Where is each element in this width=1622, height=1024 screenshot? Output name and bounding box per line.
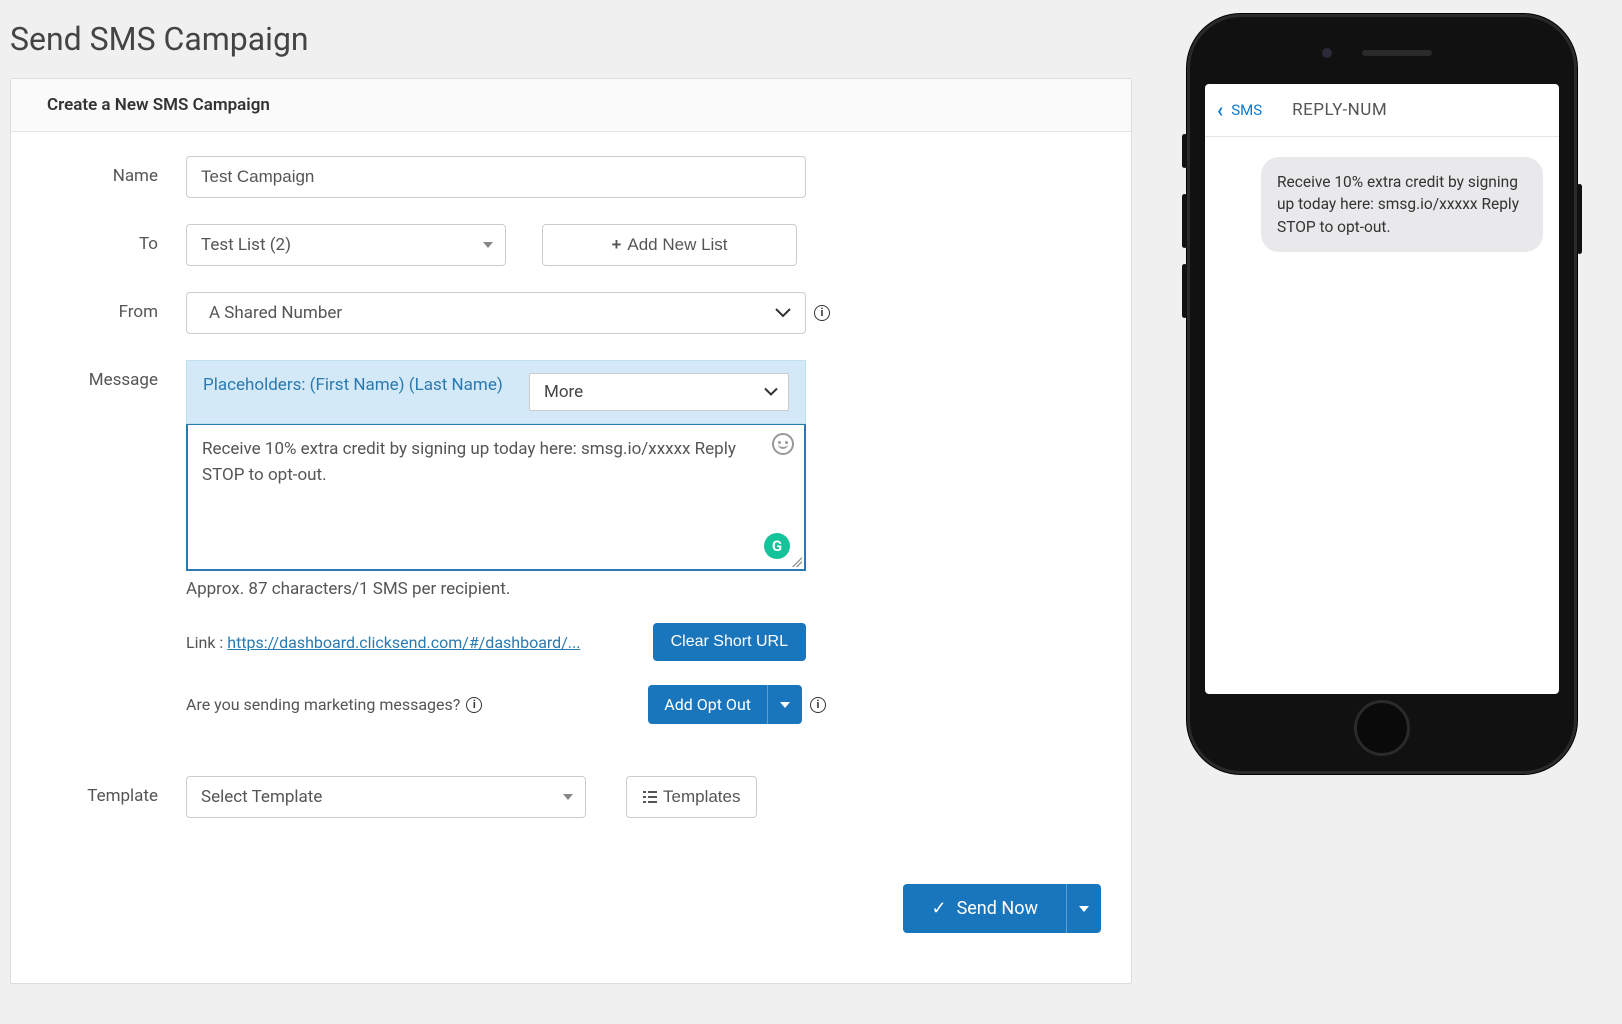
campaign-name-input[interactable] [186, 156, 806, 198]
phone-side-button [1182, 194, 1187, 248]
from-number-select[interactable]: A Shared Number [186, 292, 806, 334]
emoji-picker-icon[interactable] [772, 433, 794, 455]
sms-header: ‹ SMS REPLY-NUM [1205, 84, 1559, 137]
list-icon [643, 791, 657, 803]
add-opt-out-button[interactable]: Add Opt Out [648, 685, 802, 724]
placeholders-more-select[interactable]: More [529, 373, 789, 411]
name-label: Name [41, 156, 186, 186]
phone-side-button [1577, 184, 1582, 254]
chevron-down-icon [775, 308, 791, 318]
info-icon[interactable]: i [466, 697, 482, 713]
caret-down-icon [483, 242, 493, 248]
sms-back-label: SMS [1231, 101, 1262, 119]
template-selected: Select Template [201, 787, 322, 807]
to-list-selected: Test List (2) [201, 235, 291, 255]
phone-preview: ‹ SMS REPLY-NUM Receive 10% extra credit… [1187, 14, 1577, 774]
phone-speaker-icon [1362, 50, 1432, 56]
placeholders-bar: Placeholders: (First Name) (Last Name) M… [186, 360, 806, 424]
page-title: Send SMS Campaign [10, 20, 1132, 58]
character-count: Approx. 87 characters/1 SMS per recipien… [186, 579, 806, 599]
sms-title: REPLY-NUM [1292, 100, 1387, 120]
campaign-card: Create a New SMS Campaign Name To Test L… [10, 78, 1132, 984]
caret-down-icon [1079, 906, 1089, 912]
template-label: Template [41, 776, 186, 806]
clear-short-url-button[interactable]: Clear Short URL [653, 623, 806, 661]
phone-side-button [1182, 264, 1187, 318]
template-select[interactable]: Select Template [186, 776, 586, 818]
message-textarea-wrap: G [186, 424, 806, 571]
grammarly-icon[interactable]: G [764, 533, 790, 559]
resize-handle-icon[interactable] [792, 557, 802, 567]
placeholders-text: Placeholders: (First Name) (Last Name) [203, 373, 503, 399]
chevron-down-icon [764, 388, 778, 397]
phone-screen: ‹ SMS REPLY-NUM Receive 10% extra credit… [1205, 84, 1559, 694]
templates-button[interactable]: Templates [626, 776, 757, 818]
add-list-label: Add New List [627, 235, 727, 255]
more-label: More [544, 382, 583, 402]
phone-camera-icon [1322, 48, 1332, 58]
message-label: Message [41, 360, 186, 390]
chevron-left-icon: ‹ [1217, 98, 1223, 122]
opt-out-label: Add Opt Out [648, 685, 767, 724]
phone-home-button-icon [1354, 700, 1410, 756]
link-label: Link : [186, 633, 223, 652]
short-link-url[interactable]: https://dashboard.clicksend.com/#/dashbo… [227, 633, 580, 652]
info-icon[interactable]: i [810, 697, 826, 713]
marketing-question: Are you sending marketing messages? [186, 695, 460, 714]
to-list-select[interactable]: Test List (2) [186, 224, 506, 266]
card-header: Create a New SMS Campaign [11, 79, 1131, 132]
opt-out-dropdown-toggle[interactable] [767, 685, 802, 724]
to-label: To [41, 224, 186, 254]
caret-down-icon [780, 702, 790, 708]
message-textarea[interactable] [188, 425, 804, 565]
send-dropdown-toggle[interactable] [1066, 884, 1101, 933]
plus-icon: + [611, 235, 621, 255]
templates-btn-label: Templates [663, 787, 740, 807]
sms-bubble: Receive 10% extra credit by signing up t… [1261, 157, 1543, 252]
add-new-list-button[interactable]: + Add New List [542, 224, 797, 266]
from-selected: A Shared Number [201, 303, 342, 323]
send-now-button[interactable]: ✓ Send Now [903, 884, 1101, 933]
check-icon: ✓ [931, 898, 946, 919]
info-icon[interactable]: i [814, 305, 830, 321]
send-now-label: Send Now [957, 898, 1038, 919]
from-label: From [41, 292, 186, 322]
phone-side-button [1182, 134, 1187, 168]
caret-down-icon [563, 794, 573, 800]
